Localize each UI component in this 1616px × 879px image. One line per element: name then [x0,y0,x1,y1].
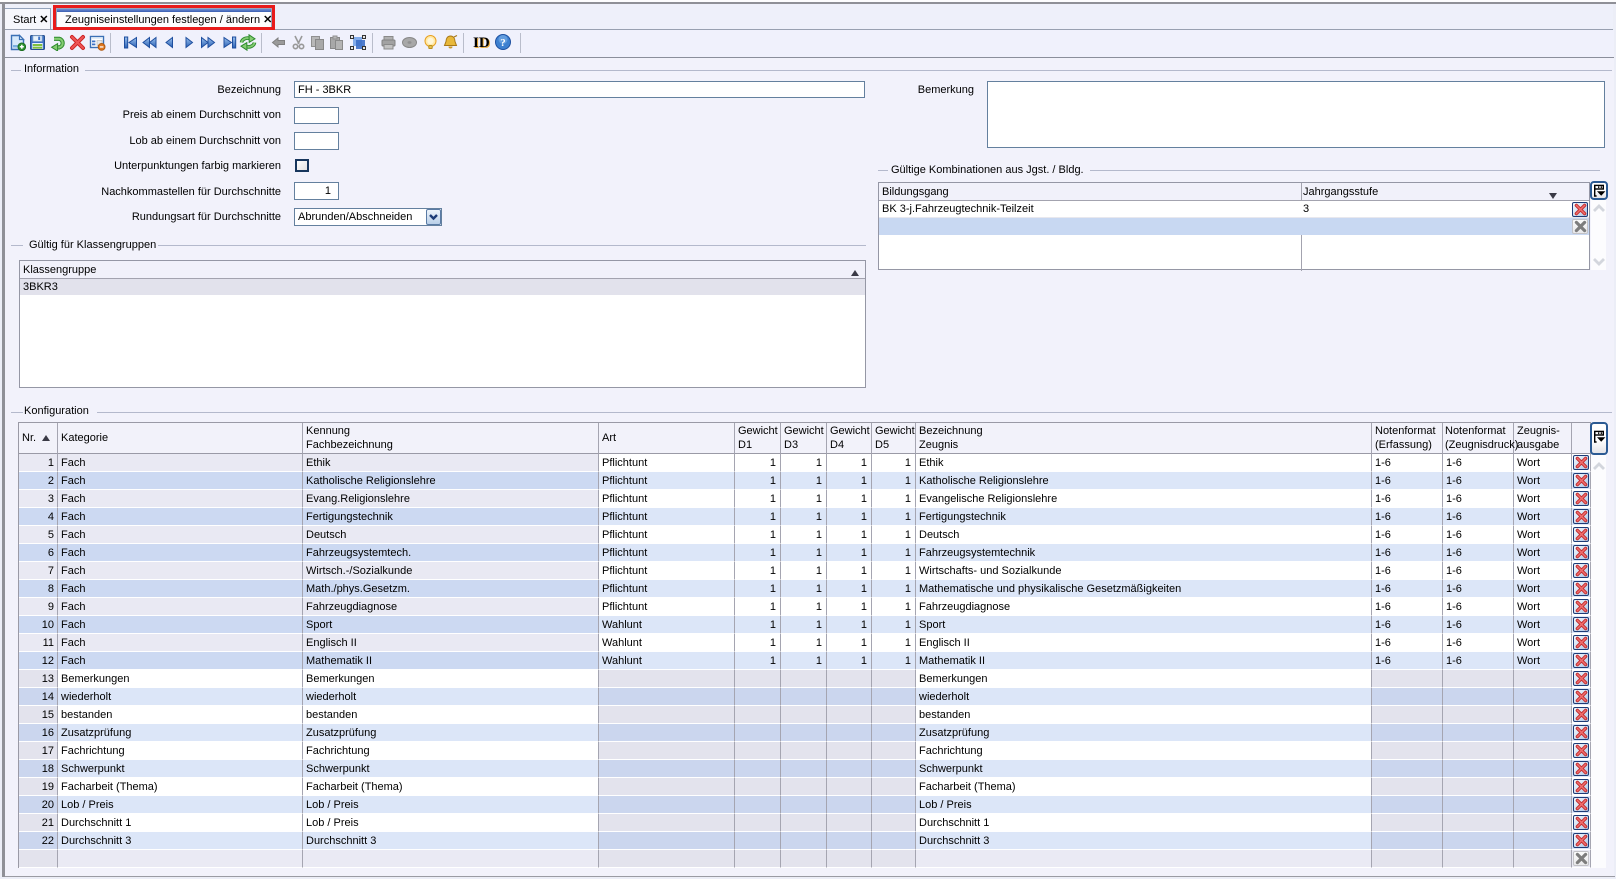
svg-text:?: ? [500,37,506,49]
